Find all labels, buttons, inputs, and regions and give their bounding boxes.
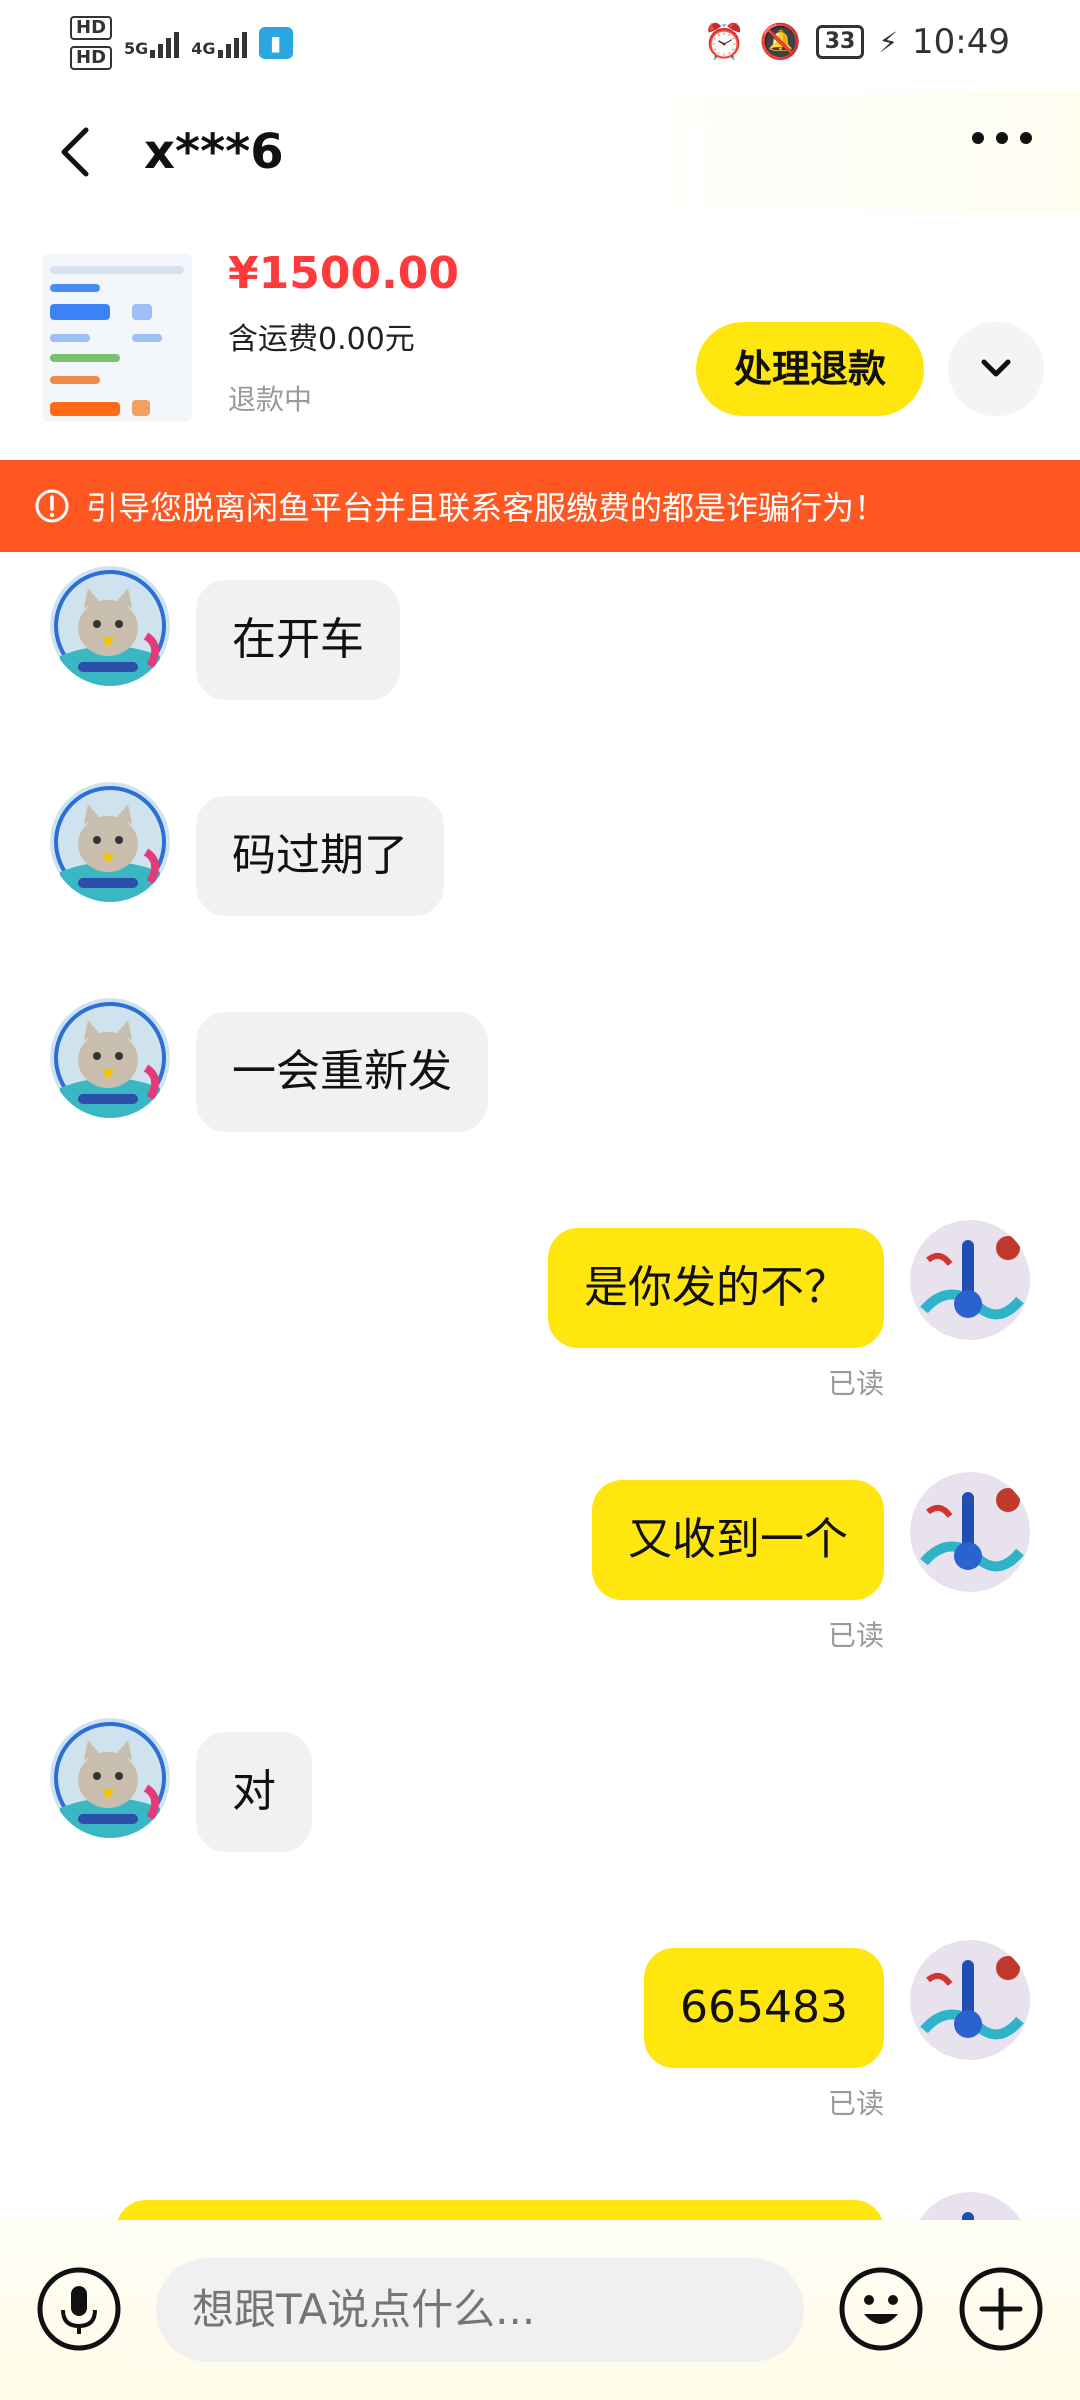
order-status: 退款中 bbox=[228, 383, 313, 416]
warning-text: 引导您脱离闲鱼平台并且联系客服缴费的都是诈骗行为！ bbox=[86, 489, 887, 527]
incoming-message[interactable]: 在开车 bbox=[196, 580, 400, 700]
more-options-icon[interactable] bbox=[972, 132, 1032, 144]
clock: 10:49 bbox=[912, 22, 1010, 62]
my-avatar[interactable] bbox=[910, 2192, 1030, 2220]
incoming-message[interactable]: 对 bbox=[196, 1732, 312, 1852]
outgoing-message[interactable]: 是你发的不？ bbox=[548, 1228, 884, 1348]
charging-icon: ⚡ bbox=[878, 25, 899, 59]
my-avatar[interactable] bbox=[910, 1940, 1030, 2060]
signal-2: 4G bbox=[191, 28, 247, 58]
incoming-message[interactable]: 码过期了 bbox=[196, 796, 444, 916]
process-refund-button[interactable]: 处理退款 bbox=[696, 322, 924, 416]
signal-bars-icon bbox=[217, 28, 247, 58]
hd-indicators: HD HD bbox=[70, 16, 113, 70]
book-app-icon: ▮ bbox=[258, 27, 293, 59]
fraud-warning-banner: 引导您脱离闲鱼平台并且联系客服缴费的都是诈骗行为！ bbox=[0, 460, 1080, 552]
outgoing-message-partial[interactable] bbox=[116, 2200, 884, 2220]
hd-indicator-1: HD bbox=[70, 16, 113, 40]
chat-partner-name: x***6 bbox=[144, 124, 284, 180]
expand-button[interactable] bbox=[948, 322, 1044, 416]
voice-input-icon[interactable] bbox=[36, 2266, 122, 2352]
partner-avatar[interactable] bbox=[50, 1718, 170, 1838]
mute-bell-icon: 🔕 bbox=[759, 22, 802, 62]
battery-level: 33 bbox=[815, 25, 865, 59]
status-left: HD HD 5G 4G ▮ bbox=[70, 16, 293, 70]
my-avatar[interactable] bbox=[910, 1220, 1030, 1340]
message-input[interactable] bbox=[156, 2258, 804, 2362]
alarm-icon: ⏰ bbox=[703, 22, 746, 62]
my-avatar[interactable] bbox=[910, 1472, 1030, 1592]
product-card[interactable]: ¥1500.00 含运费0.00元 退款中 处理退款 bbox=[0, 212, 1080, 460]
outgoing-message[interactable]: 又收到一个 bbox=[592, 1480, 884, 1600]
status-bar: HD HD 5G 4G ▮ ⏰ 🔕 33 ⚡ 10:49 bbox=[0, 0, 1080, 92]
warning-icon bbox=[35, 489, 69, 523]
product-thumbnail[interactable] bbox=[42, 254, 192, 422]
incoming-message[interactable]: 一会重新发 bbox=[196, 1012, 488, 1132]
signal-1: 5G bbox=[124, 28, 180, 58]
shipping-fee: 含运费0.00元 bbox=[228, 322, 415, 357]
hd-indicator-2: HD bbox=[70, 46, 113, 70]
status-right: ⏰ 🔕 33 ⚡ 10:49 bbox=[703, 22, 1010, 62]
read-receipt: 已读 bbox=[828, 1367, 885, 1400]
back-arrow-icon[interactable] bbox=[48, 122, 108, 182]
network-type-2: 4G bbox=[191, 39, 216, 58]
outgoing-message[interactable]: 665483 bbox=[644, 1948, 884, 2068]
partner-avatar[interactable] bbox=[50, 566, 170, 686]
partner-avatar[interactable] bbox=[50, 998, 170, 1118]
input-bar bbox=[0, 2220, 1080, 2400]
product-price: ¥1500.00 bbox=[228, 248, 460, 299]
network-type-1: 5G bbox=[124, 39, 149, 58]
partner-avatar[interactable] bbox=[50, 782, 170, 902]
chevron-down-icon bbox=[981, 359, 1011, 377]
add-more-icon[interactable] bbox=[958, 2266, 1044, 2352]
read-receipt: 已读 bbox=[828, 1619, 885, 1652]
chat-header: x***6 bbox=[0, 92, 1080, 212]
emoji-icon[interactable] bbox=[838, 2266, 924, 2352]
message-list[interactable]: 在开车 码过期了 一会重新发 是你发的不？ 已读 又收到一个 已读 对 6654… bbox=[0, 552, 1080, 2220]
signal-bars-icon bbox=[150, 28, 180, 58]
read-receipt: 已读 bbox=[828, 2087, 885, 2120]
